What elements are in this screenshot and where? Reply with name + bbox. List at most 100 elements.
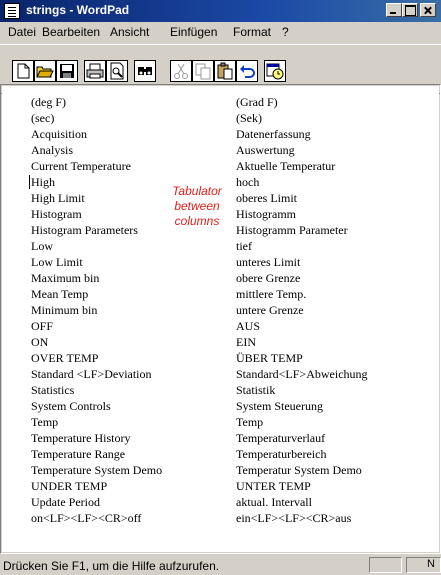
english-term: Temp — [31, 415, 59, 429]
save-button[interactable] — [56, 60, 78, 82]
german-term: (Sek) — [236, 111, 262, 125]
german-term: Temperaturbereich — [236, 447, 327, 461]
text-row: Current Temperature Aktuelle Temperatur — [2, 159, 439, 173]
english-term: Temperature Range — [31, 447, 126, 461]
new-icon — [17, 63, 30, 79]
english-term: ON — [31, 335, 49, 349]
english-term: Temperature History — [31, 431, 131, 445]
maximize-button[interactable] — [402, 3, 418, 17]
english-term: Low — [31, 239, 53, 253]
german-term: obere Grenze — [236, 271, 301, 285]
menu-datei[interactable]: Datei — [8, 25, 36, 39]
english-term: Minimum bin — [31, 303, 98, 317]
menu-format[interactable]: Format — [233, 25, 271, 39]
copy-icon — [195, 63, 211, 80]
close-button[interactable] — [420, 3, 436, 17]
english-term: High — [31, 175, 55, 189]
german-term: Temperatur System Demo — [236, 463, 362, 477]
status-panel — [369, 557, 402, 573]
paste-icon — [217, 62, 233, 80]
menu-bar: Datei Bearbeiten Ansicht Einfügen Format… — [0, 22, 441, 42]
window-title: strings - WordPad — [26, 3, 130, 17]
german-term: AUS — [236, 319, 261, 333]
minimize-button[interactable] — [386, 3, 402, 17]
english-term: on<LF><LF><CR>off — [31, 511, 142, 525]
german-term: Datenerfassung — [236, 127, 311, 141]
german-term: aktual. Intervall — [236, 495, 312, 509]
english-term: Statistics — [31, 383, 75, 397]
document-area[interactable]: Tabulator between columns (deg F) (Grad F… — [2, 86, 439, 552]
english-term: (deg F) — [31, 95, 66, 109]
text-row: on<LF><LF><CR>off ein<LF><LF><CR>aus — [2, 511, 439, 525]
resize-grip[interactable]: N — [406, 557, 441, 573]
print-preview-icon — [110, 62, 124, 80]
text-row: System Controls System Steuerung — [2, 399, 439, 413]
copy-button[interactable] — [192, 60, 214, 82]
find-icon — [138, 67, 152, 75]
text-row: Minimum bin untere Grenze — [2, 303, 439, 317]
english-term: Histogram Parameters — [31, 223, 138, 237]
undo-button[interactable] — [236, 60, 258, 82]
english-term: Current Temperature — [31, 159, 131, 173]
undo-icon — [240, 65, 255, 78]
paste-button[interactable] — [214, 60, 236, 82]
text-row: Update Period aktual. Intervall — [2, 495, 439, 509]
german-term: Histogramm Parameter — [236, 223, 348, 237]
title-bar[interactable]: strings - WordPad — [0, 0, 441, 22]
text-row: High Limit oberes Limit — [2, 191, 439, 205]
print-button[interactable] — [84, 60, 106, 82]
menu-ansicht[interactable]: Ansicht — [110, 25, 149, 39]
text-row: Histogram Histogramm — [2, 207, 439, 221]
english-term: OVER TEMP — [31, 351, 99, 365]
text-row: Temperature System Demo Temperatur System… — [2, 463, 439, 477]
german-term: oberes Limit — [236, 191, 297, 205]
text-row: (deg F) (Grad F) — [2, 95, 439, 109]
text-row: High hoch — [2, 175, 439, 189]
new-button[interactable] — [12, 60, 34, 82]
english-term: Analysis — [31, 143, 73, 157]
german-term: (Grad F) — [236, 95, 278, 109]
german-term: tief — [236, 239, 252, 253]
menu-einfuegen[interactable]: Einfügen — [170, 25, 217, 39]
text-row: OFF AUS — [2, 319, 439, 333]
german-term: Temperaturverlauf — [236, 431, 326, 445]
save-icon — [60, 64, 74, 78]
text-row: Temperature History Temperaturverlauf — [2, 431, 439, 445]
english-term: Low Limit — [31, 255, 83, 269]
german-term: ein<LF><LF><CR>aus — [236, 511, 352, 525]
german-term: Aktuelle Temperatur — [236, 159, 336, 173]
text-row: Analysis Auswertung — [2, 143, 439, 157]
text-row: Maximum bin obere Grenze — [2, 271, 439, 285]
status-bar: Drücken Sie F1, um die Hilfe aufzurufen.… — [0, 555, 441, 575]
german-term: EIN — [236, 335, 256, 349]
german-term: Histogramm — [236, 207, 296, 221]
english-term: Update Period — [31, 495, 100, 509]
german-term: UNTER TEMP — [236, 479, 311, 493]
text-row: OVER TEMP ÜBER TEMP — [2, 351, 439, 365]
text-row: Mean Temp mittlere Temp. — [2, 287, 439, 301]
print-preview-button[interactable] — [106, 60, 128, 82]
menu-help[interactable]: ? — [282, 25, 289, 39]
text-row: Temperature Range Temperaturbereich — [2, 447, 439, 461]
german-term: Auswertung — [236, 143, 295, 157]
menu-bearbeiten[interactable]: Bearbeiten — [42, 25, 100, 39]
date-time-button[interactable] — [264, 60, 286, 82]
text-row: Acquisition Datenerfassung — [2, 127, 439, 141]
english-term: Histogram — [31, 207, 82, 221]
find-button[interactable] — [134, 60, 156, 82]
text-row: UNDER TEMP UNTER TEMP — [2, 479, 439, 493]
german-term: ÜBER TEMP — [236, 351, 303, 365]
german-term: mittlere Temp. — [236, 287, 307, 301]
text-row: Temp Temp — [2, 415, 439, 429]
english-term: Maximum bin — [31, 271, 100, 285]
german-term: hoch — [236, 175, 260, 189]
text-row: Low tief — [2, 239, 439, 253]
print-icon — [86, 63, 104, 79]
wordpad-app-icon[interactable] — [4, 3, 20, 19]
open-button[interactable] — [34, 60, 56, 82]
text-row: Low Limit unteres Limit — [2, 255, 439, 269]
english-term: Acquisition — [31, 127, 87, 141]
text-row: Standard <LF>Deviation Standard<LF>Abweic… — [2, 367, 439, 381]
text-row: Statistics Statistik — [2, 383, 439, 397]
cut-button[interactable] — [170, 60, 192, 82]
